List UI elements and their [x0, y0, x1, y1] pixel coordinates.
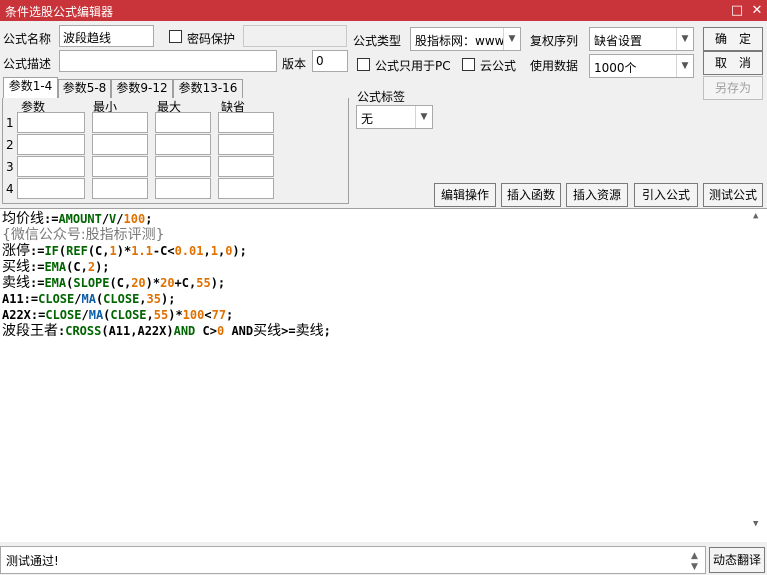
- password-label: 密码保护: [187, 32, 236, 46]
- code-editor[interactable]: 均价线:=AMOUNT/V/100; {微信公众号:股指标评测} 涨停:=IF(…: [0, 208, 767, 542]
- formula-desc-input[interactable]: [59, 50, 277, 72]
- param-2-min[interactable]: [92, 134, 148, 155]
- insert-res-button[interactable]: 插入资源: [566, 183, 628, 207]
- window-title: 条件选股公式编辑器: [5, 5, 114, 19]
- title-bar: 条件选股公式编辑器 □ ✕: [0, 0, 767, 21]
- param-row-index: 1: [6, 116, 14, 130]
- param-2-default[interactable]: [218, 134, 274, 155]
- pc-only-label: 公式只用于PC: [375, 59, 451, 73]
- formula-name-input[interactable]: 波段趋线: [59, 25, 154, 47]
- data-select[interactable]: 1000个 ▼: [589, 54, 694, 78]
- param-3-max[interactable]: [155, 156, 211, 177]
- cloud-checkbox[interactable]: [462, 58, 475, 71]
- import-formula-button[interactable]: 引入公式: [634, 183, 698, 207]
- param-4-max[interactable]: [155, 178, 211, 199]
- tag-label: 公式标签: [357, 90, 406, 104]
- code-comment: {微信公众号:股指标评测}: [2, 227, 165, 243]
- param-row-index: 3: [6, 160, 14, 174]
- tab-params-5-8[interactable]: 参数5-8: [58, 79, 111, 98]
- cancel-button[interactable]: 取 消: [703, 51, 763, 75]
- save-as-button[interactable]: 另存为: [703, 76, 763, 100]
- chevron-down-icon: ▼: [676, 55, 693, 77]
- adjust-select[interactable]: 缺省设置 ▼: [589, 27, 694, 51]
- close-icon[interactable]: ✕: [747, 1, 767, 20]
- formula-name-label: 公式名称: [3, 32, 52, 46]
- insert-func-button[interactable]: 插入函数: [501, 183, 561, 207]
- code-line: 均价线:=AMOUNT/V/100;: [2, 211, 153, 227]
- formula-type-label: 公式类型: [353, 34, 402, 48]
- ok-button[interactable]: 确 定: [703, 27, 763, 51]
- status-scroll-up-icon[interactable]: ▲: [691, 551, 698, 561]
- param-1-default[interactable]: [218, 112, 274, 133]
- param-2-name[interactable]: [17, 134, 85, 155]
- formula-type-value: 股指标网：www: [415, 34, 505, 48]
- status-output: 测试通过! ▲ ▼: [0, 546, 706, 574]
- tag-value: 无: [361, 112, 374, 126]
- cloud-label: 云公式: [480, 59, 517, 73]
- code-line: 涨停:=IF(REF(C,1)*1.1-C<0.01,1,0);: [2, 243, 247, 259]
- param-4-name[interactable]: [17, 178, 85, 199]
- param-1-name[interactable]: [17, 112, 85, 133]
- param-3-default[interactable]: [218, 156, 274, 177]
- dynamic-translate-button[interactable]: 动态翻译: [709, 547, 765, 573]
- scroll-down-icon[interactable]: ▼: [753, 519, 758, 529]
- chevron-down-icon: ▼: [415, 106, 432, 128]
- formula-type-select[interactable]: 股指标网：www ▼: [410, 27, 521, 51]
- adjust-label: 复权序列: [530, 34, 579, 48]
- adjust-value: 缺省设置: [594, 34, 643, 48]
- data-label: 使用数据: [530, 59, 579, 73]
- param-row-index: 2: [6, 138, 14, 152]
- tab-params-1-4[interactable]: 参数1-4: [3, 77, 58, 99]
- version-label: 版本: [282, 57, 307, 71]
- param-1-min[interactable]: [92, 112, 148, 133]
- scroll-up-icon[interactable]: ▲: [753, 211, 758, 221]
- tag-select[interactable]: 无 ▼: [356, 105, 433, 129]
- tab-params-13-16[interactable]: 参数13-16: [173, 79, 243, 98]
- password-checkbox[interactable]: [169, 30, 182, 43]
- param-3-name[interactable]: [17, 156, 85, 177]
- code-line: 买线:=EMA(C,2);: [2, 259, 110, 275]
- param-3-min[interactable]: [92, 156, 148, 177]
- status-scroll-down-icon[interactable]: ▼: [691, 562, 698, 572]
- password-input: [243, 25, 347, 47]
- chevron-down-icon: ▼: [676, 28, 693, 50]
- formula-desc-label: 公式描述: [3, 57, 52, 71]
- tab-params-9-12[interactable]: 参数9-12: [111, 79, 173, 98]
- edit-ops-button[interactable]: 编辑操作: [434, 183, 496, 207]
- chevron-down-icon: ▼: [503, 28, 520, 50]
- code-line: A22X:=CLOSE/MA(CLOSE,55)*100<77;: [2, 308, 234, 322]
- param-1-max[interactable]: [155, 112, 211, 133]
- param-2-max[interactable]: [155, 134, 211, 155]
- code-line: 波段王者:CROSS(A11,A22X)AND C>0 AND买线>=卖线;: [2, 323, 331, 339]
- param-4-default[interactable]: [218, 178, 274, 199]
- code-line: A11:=CLOSE/MA(CLOSE,35);: [2, 292, 176, 306]
- maximize-icon[interactable]: □: [727, 1, 747, 20]
- test-formula-button[interactable]: 测试公式: [703, 183, 763, 207]
- param-row-index: 4: [6, 182, 14, 196]
- version-input[interactable]: 0: [312, 50, 348, 72]
- param-4-min[interactable]: [92, 178, 148, 199]
- pc-only-checkbox[interactable]: [357, 58, 370, 71]
- data-value: 1000个: [594, 61, 637, 75]
- code-line: 卖线:=EMA(SLOPE(C,20)*20+C,55);: [2, 275, 226, 291]
- status-text: 测试通过!: [6, 554, 59, 568]
